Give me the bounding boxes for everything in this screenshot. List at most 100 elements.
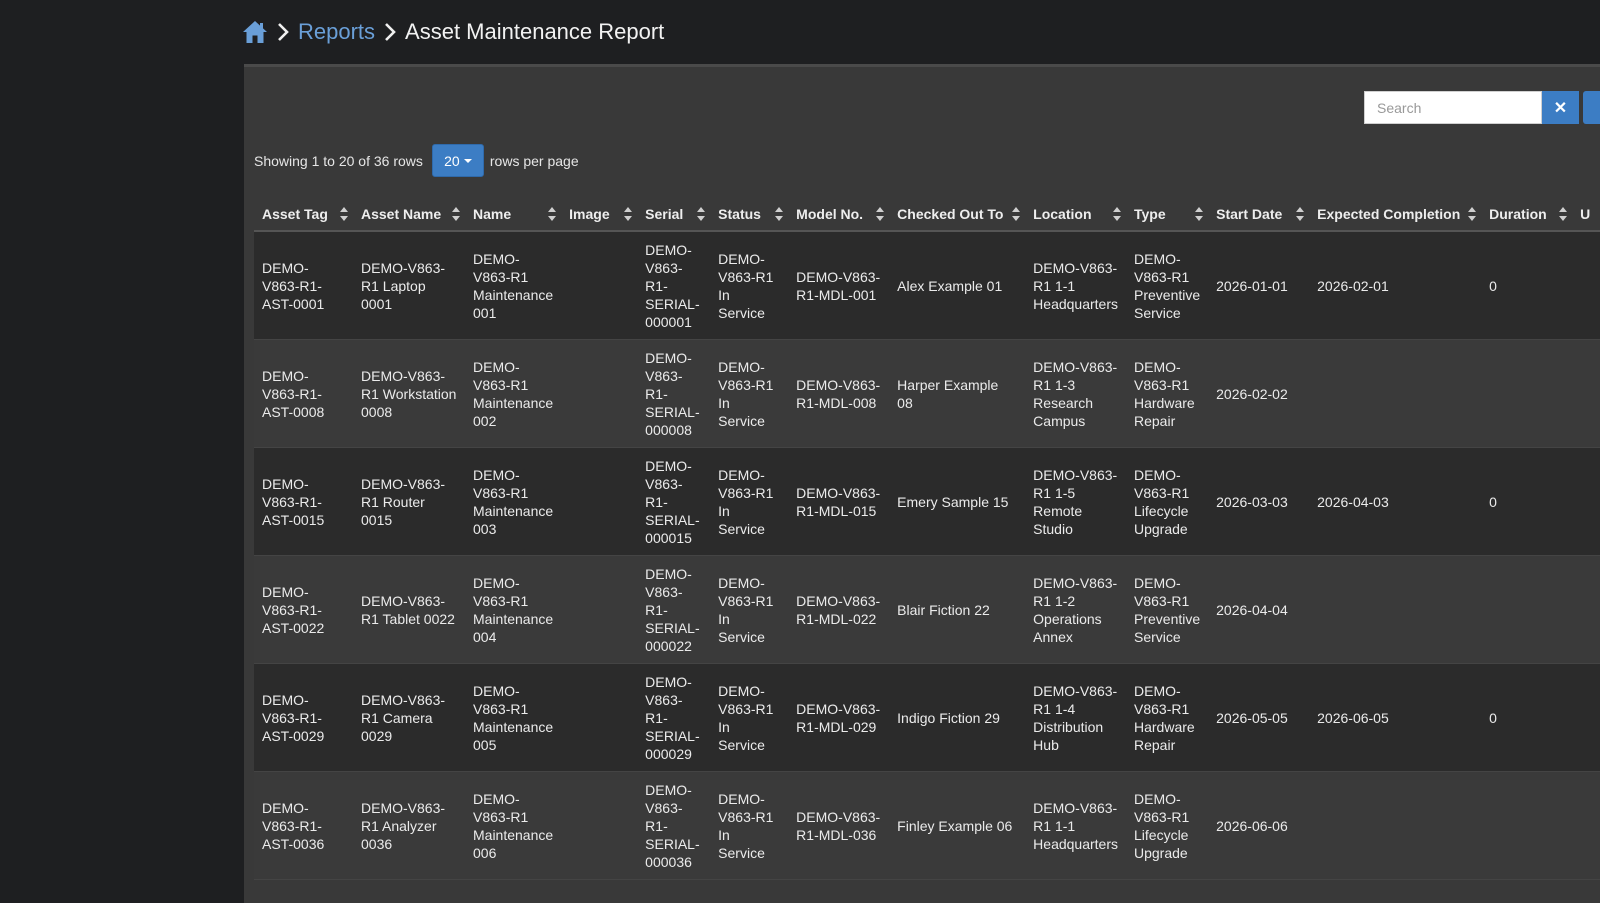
- sort-icon: [1112, 206, 1122, 222]
- page-size-value: 20: [444, 152, 460, 169]
- page-size-dropdown[interactable]: 20: [431, 144, 484, 177]
- column-header-status[interactable]: Status: [710, 197, 789, 232]
- cell-asset-name: DEMO-V863-R1 Laptop 0001: [353, 231, 465, 340]
- cell-location: DEMO-V863-R1 1-4 Distribution Hub: [1025, 663, 1126, 772]
- cell-overflow: [1572, 555, 1600, 664]
- column-header-label: Duration: [1489, 205, 1547, 222]
- cell-asset-tag: DEMO-V863-R1-AST-0001: [254, 231, 353, 340]
- cell-duration: 0: [1481, 231, 1573, 340]
- cell-expected-completion: [1309, 771, 1482, 880]
- cell-checked-out-to: Harper Example 08: [889, 339, 1026, 448]
- cell-status: DEMO-V863-R1 In Service: [710, 663, 789, 772]
- column-header-image[interactable]: Image: [561, 197, 638, 232]
- header-row: Asset Tag Asset Name Name Image Serial Status…: [254, 197, 1600, 232]
- table-row[interactable]: DEMO-V863-R1-AST-0015 DEMO-V863-R1 Router…: [254, 447, 1600, 556]
- column-header-label: Status: [718, 205, 761, 222]
- column-header-label: Serial: [645, 205, 684, 222]
- cell-asset-tag: DEMO-V863-R1-AST-0008: [254, 339, 353, 448]
- cell-name: DEMO-V863-R1 Maintenance 006: [465, 771, 562, 880]
- cell-asset-tag: DEMO-V863-R1-AST-0036: [254, 771, 353, 880]
- column-header-location[interactable]: Location: [1025, 197, 1126, 232]
- report-panel: ✕ Showing 1 to 20 of 36 rows 20 rows per…: [244, 64, 1600, 903]
- column-header-serial[interactable]: Serial: [637, 197, 711, 232]
- cell-asset-name: DEMO-V863-R1 Workstation 0008: [353, 339, 465, 448]
- cell-expected-completion: 2026-04-03: [1309, 447, 1482, 556]
- cell-start-date: 2026-03-03: [1208, 447, 1310, 556]
- column-header-label: Location: [1033, 205, 1092, 222]
- cell-overflow: [1572, 339, 1600, 448]
- sort-icon: [1558, 206, 1568, 222]
- chevron-right-icon: [379, 21, 401, 43]
- rows-per-page-text: rows per page: [489, 152, 579, 169]
- clear-search-button[interactable]: ✕: [1542, 91, 1579, 124]
- home-icon[interactable]: [242, 19, 268, 45]
- cell-start-date: 2026-06-06: [1208, 771, 1310, 880]
- cell-asset-name: DEMO-V863-R1 Tablet 0022: [353, 555, 465, 664]
- column-header-label: Name: [473, 205, 512, 222]
- sort-icon: [696, 206, 706, 222]
- search-input[interactable]: [1364, 91, 1542, 124]
- cell-asset-name: DEMO-V863-R1 Camera 0029: [353, 663, 465, 772]
- cell-start-date: 2026-04-04: [1208, 555, 1310, 664]
- column-header-start-date[interactable]: Start Date: [1208, 197, 1310, 232]
- column-header-duration[interactable]: Duration: [1481, 197, 1573, 232]
- close-icon: ✕: [1553, 99, 1568, 117]
- cell-serial: DEMO-V863-R1-SERIAL-000022: [637, 555, 711, 664]
- cell-status: DEMO-V863-R1 In Service: [710, 771, 789, 880]
- cell-duration: 0: [1481, 663, 1573, 772]
- cell-status: DEMO-V863-R1 In Service: [710, 231, 789, 340]
- cell-type: DEMO-V863-R1 Lifecycle Upgrade: [1126, 447, 1209, 556]
- cell-image: [561, 771, 638, 880]
- cell-location: DEMO-V863-R1 1-1 Headquarters: [1025, 231, 1126, 340]
- breadcrumb: Reports Asset Maintenance Report: [242, 14, 664, 50]
- table-row[interactable]: DEMO-V863-R1-AST-0029 DEMO-V863-R1 Camera…: [254, 663, 1600, 772]
- maintenance-table: Asset Tag Asset Name Name Image Serial Status…: [254, 197, 1600, 880]
- cell-start-date: 2026-05-05: [1208, 663, 1310, 772]
- chevron-right-icon: [272, 21, 294, 43]
- column-header-checked-out-to[interactable]: Checked Out To: [889, 197, 1026, 232]
- sort-icon: [1194, 206, 1204, 222]
- sort-icon: [451, 206, 461, 222]
- cell-model-no: DEMO-V863-R1-MDL-001: [788, 231, 890, 340]
- caret-down-icon: [463, 158, 472, 163]
- cell-serial: DEMO-V863-R1-SERIAL-000036: [637, 771, 711, 880]
- cell-start-date: 2026-01-01: [1208, 231, 1310, 340]
- table-row[interactable]: DEMO-V863-R1-AST-0008 DEMO-V863-R1 Workst…: [254, 339, 1600, 448]
- column-header-asset-name[interactable]: Asset Name: [353, 197, 465, 232]
- table-body: DEMO-V863-R1-AST-0001 DEMO-V863-R1 Laptop…: [254, 231, 1600, 880]
- cell-duration: [1481, 555, 1573, 664]
- breadcrumb-reports-link[interactable]: Reports: [298, 19, 375, 45]
- cell-checked-out-to: Indigo Fiction 29: [889, 663, 1026, 772]
- cell-serial: DEMO-V863-R1-SERIAL-000015: [637, 447, 711, 556]
- cell-model-no: DEMO-V863-R1-MDL-008: [788, 339, 890, 448]
- column-header-label: U: [1580, 205, 1591, 222]
- cell-location: DEMO-V863-R1 1-2 Operations Annex: [1025, 555, 1126, 664]
- toolbar-button[interactable]: [1583, 91, 1600, 124]
- cell-name: DEMO-V863-R1 Maintenance 002: [465, 339, 562, 448]
- page-title: Asset Maintenance Report: [405, 19, 665, 44]
- cell-location: DEMO-V863-R1 1-3 Research Campus: [1025, 339, 1126, 448]
- sort-icon: [774, 206, 784, 222]
- cell-location: DEMO-V863-R1 1-5 Remote Studio: [1025, 447, 1126, 556]
- cell-expected-completion: 2026-02-01: [1309, 231, 1482, 340]
- cell-checked-out-to: Emery Sample 15: [889, 447, 1026, 556]
- cell-serial: DEMO-V863-R1-SERIAL-000008: [637, 339, 711, 448]
- column-header-name[interactable]: Name: [465, 197, 562, 232]
- column-header-u[interactable]: U: [1572, 197, 1600, 232]
- column-header-label: Expected Completion: [1317, 205, 1461, 222]
- table-row[interactable]: DEMO-V863-R1-AST-0022 DEMO-V863-R1 Tablet…: [254, 555, 1600, 664]
- column-header-model-no[interactable]: Model No.: [788, 197, 890, 232]
- cell-expected-completion: 2026-06-05: [1309, 663, 1482, 772]
- table-row[interactable]: DEMO-V863-R1-AST-0001 DEMO-V863-R1 Laptop…: [254, 231, 1600, 340]
- left-sidebar: [0, 0, 240, 900]
- table-row[interactable]: DEMO-V863-R1-AST-0036 DEMO-V863-R1 Analyz…: [254, 771, 1600, 880]
- sort-icon: [875, 206, 885, 222]
- cell-status: DEMO-V863-R1 In Service: [710, 339, 789, 448]
- cell-asset-name: DEMO-V863-R1 Analyzer 0036: [353, 771, 465, 880]
- column-header-label: Model No.: [796, 205, 864, 222]
- sort-icon: [1467, 206, 1477, 222]
- column-header-type[interactable]: Type: [1126, 197, 1209, 232]
- cell-expected-completion: [1309, 339, 1482, 448]
- column-header-asset-tag[interactable]: Asset Tag: [254, 197, 353, 232]
- column-header-expected-completion[interactable]: Expected Completion: [1309, 197, 1482, 232]
